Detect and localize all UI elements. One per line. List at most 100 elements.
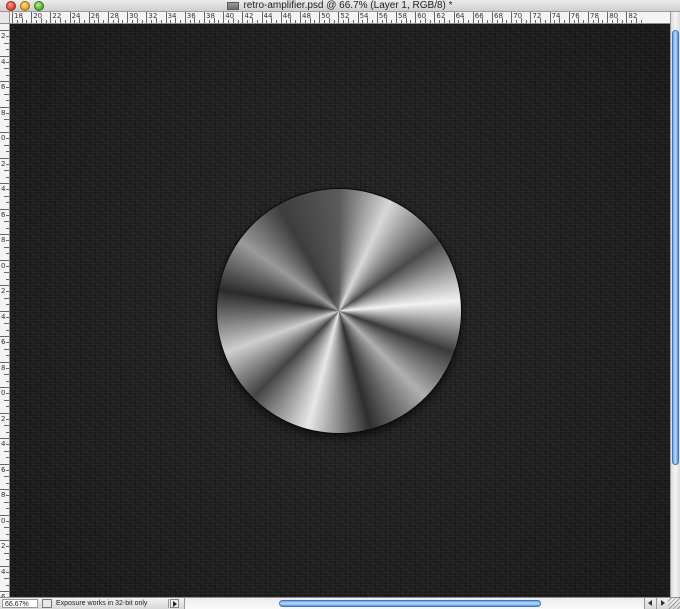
ruler-tick bbox=[6, 240, 9, 242]
ruler-tick bbox=[535, 20, 537, 23]
ruler-tick bbox=[146, 12, 148, 23]
ruler-tick bbox=[45, 20, 47, 23]
ruler-tick bbox=[6, 125, 9, 127]
ruler-tick bbox=[6, 265, 9, 267]
ruler-left-label: 8 bbox=[1, 108, 6, 117]
resize-grip[interactable] bbox=[668, 598, 680, 609]
ruler-tick bbox=[127, 12, 129, 23]
document-canvas[interactable] bbox=[10, 24, 670, 597]
ruler-tick bbox=[122, 20, 124, 23]
ruler-tick bbox=[74, 20, 76, 23]
triangle-right-icon[interactable] bbox=[170, 599, 179, 608]
ruler-tick bbox=[117, 18, 119, 23]
ruler-tick bbox=[4, 578, 9, 580]
ruler-tick bbox=[381, 20, 383, 23]
ruler-left-label: 8 bbox=[1, 491, 6, 499]
ruler-tick bbox=[530, 12, 532, 23]
ruler-tick bbox=[6, 61, 9, 63]
ruler-tick bbox=[314, 20, 316, 23]
ruler-tick bbox=[468, 20, 469, 23]
ruler-tick bbox=[4, 42, 9, 44]
ruler-tick bbox=[319, 12, 321, 23]
ruler-tick bbox=[372, 20, 373, 23]
ruler-left-label: 4 bbox=[1, 567, 6, 576]
ruler-tick bbox=[343, 20, 345, 23]
ruler-tick bbox=[444, 18, 445, 23]
ruler-tick bbox=[4, 170, 9, 172]
ruler-tick bbox=[4, 93, 9, 95]
ruler-tick bbox=[0, 55, 9, 57]
ruler-tick bbox=[420, 20, 421, 23]
ruler-tick bbox=[463, 18, 465, 23]
ruler-tick bbox=[6, 418, 9, 420]
ruler-tick bbox=[4, 399, 9, 401]
ruler-tick bbox=[0, 285, 9, 286]
vertical-ruler[interactable]: 24680246802468024680246 bbox=[0, 24, 10, 597]
ruler-tick bbox=[0, 514, 9, 516]
horizontal-scroll-thumb[interactable] bbox=[279, 600, 541, 607]
ruler-tick bbox=[69, 12, 71, 23]
ruler-tick bbox=[6, 355, 9, 357]
ruler-tick bbox=[636, 18, 637, 23]
ruler-tick bbox=[434, 12, 436, 23]
vertical-scrollbar[interactable] bbox=[670, 12, 680, 597]
ruler-tick bbox=[309, 18, 311, 23]
ruler-tick bbox=[516, 20, 517, 23]
ruler-tick bbox=[391, 20, 393, 23]
status-message: Exposure works in 32-bit only bbox=[56, 599, 169, 608]
ruler-tick bbox=[60, 18, 61, 23]
ruler-tick bbox=[4, 297, 9, 299]
document-icon bbox=[227, 2, 240, 10]
ruler-tick bbox=[492, 12, 493, 23]
ruler-left-label: 2 bbox=[1, 32, 6, 40]
ruler-tick bbox=[6, 444, 9, 446]
ruler-tick bbox=[597, 18, 599, 23]
ruler-tick bbox=[6, 469, 9, 471]
ruler-left-label: 2 bbox=[1, 542, 6, 550]
ruler-left-label: 0 bbox=[1, 516, 6, 525]
ruler-tick bbox=[583, 20, 585, 23]
arrow-left-icon[interactable] bbox=[644, 598, 656, 609]
ruler-tick bbox=[540, 18, 541, 23]
ruler-tick bbox=[136, 18, 138, 23]
ruler-left-label: 4 bbox=[1, 440, 6, 448]
ruler-tick bbox=[472, 12, 474, 23]
title-bar: retro-amplifier.psd @ 66.7% (Layer 1, RG… bbox=[0, 0, 680, 12]
ruler-tick bbox=[6, 202, 9, 204]
ruler-tick bbox=[6, 100, 9, 102]
ruler-tick bbox=[6, 393, 9, 395]
ruler-origin[interactable] bbox=[0, 12, 10, 24]
ruler-tick bbox=[108, 12, 109, 23]
ruler-left-label: 2 bbox=[1, 287, 6, 295]
ruler-tick bbox=[6, 304, 9, 306]
ruler-tick bbox=[564, 20, 565, 23]
ruler-tick bbox=[396, 12, 397, 23]
ruler-tick bbox=[367, 18, 369, 23]
ruler-tick bbox=[6, 380, 9, 382]
ruler-tick bbox=[276, 20, 277, 23]
ruler-tick bbox=[501, 18, 503, 23]
horizontal-ruler[interactable]: 18 20 22 24 26 28 30 32 34 36 38 40 42 44 46 48 50 52 54 56… bbox=[10, 12, 670, 24]
ruler-left-label: 4 bbox=[1, 312, 6, 321]
zoom-level-field[interactable]: 66.67% bbox=[2, 599, 38, 608]
ruler-tick bbox=[180, 20, 181, 23]
horizontal-scrollbar[interactable] bbox=[184, 598, 644, 609]
ruler-tick bbox=[496, 20, 498, 23]
window-title-wrap: retro-amplifier.psd @ 66.7% (Layer 1, RG… bbox=[0, 0, 680, 12]
arrow-right-icon[interactable] bbox=[656, 598, 668, 609]
ruler-tick bbox=[439, 20, 441, 23]
ruler-tick bbox=[6, 316, 9, 318]
ruler-tick bbox=[4, 527, 9, 529]
ruler-left-label: 4 bbox=[1, 185, 6, 193]
ruler-tick bbox=[4, 476, 9, 478]
ruler-tick bbox=[252, 18, 253, 23]
ruler-tick bbox=[568, 12, 570, 23]
ruler-tick bbox=[6, 291, 9, 293]
vertical-scroll-thumb[interactable] bbox=[672, 30, 679, 465]
ruler-tick bbox=[640, 20, 642, 23]
ruler-left-label: 0 bbox=[1, 389, 6, 397]
ruler-tick bbox=[6, 138, 9, 140]
ruler-tick bbox=[84, 20, 85, 23]
ruler-tick bbox=[453, 12, 455, 23]
status-toggle-icon[interactable] bbox=[42, 599, 52, 608]
